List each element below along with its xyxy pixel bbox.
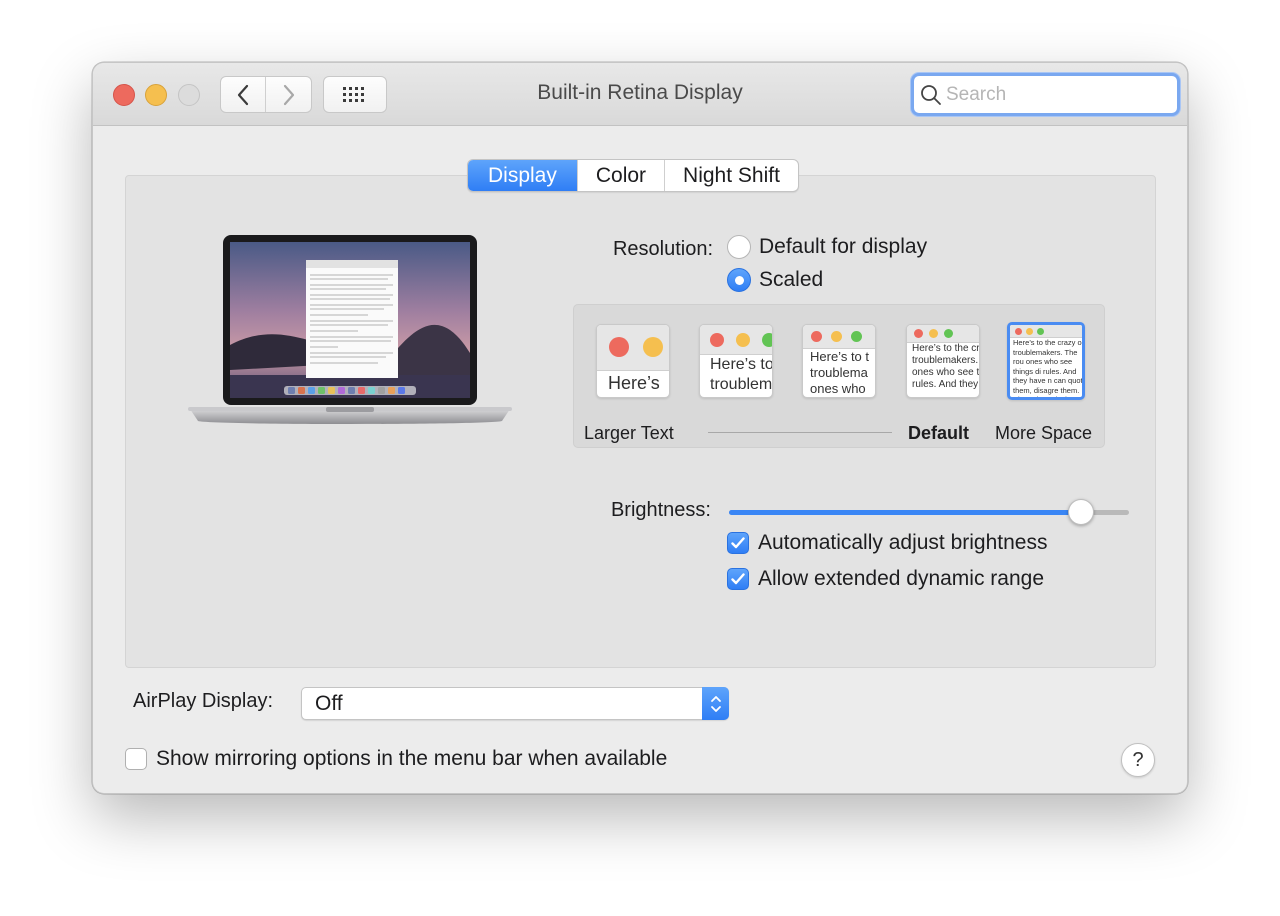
red-dot-icon bbox=[914, 329, 923, 338]
scale-option-2[interactable]: Here’s to troublem bbox=[699, 324, 773, 398]
scale-option-default[interactable]: Here’s to the cr troublemakers. ones who… bbox=[906, 324, 980, 398]
yellow-dot-icon bbox=[736, 333, 750, 347]
yellow-dot-icon bbox=[1026, 328, 1033, 335]
airplay-value: Off bbox=[315, 692, 343, 715]
scaled-radio-label: Scaled bbox=[759, 268, 824, 291]
auto-brightness-label: Automatically adjust brightness bbox=[758, 531, 1048, 554]
extended-range-option[interactable]: Allow extended dynamic range bbox=[727, 567, 1044, 591]
resolution-label: Resolution: bbox=[612, 238, 713, 260]
more-space-label: More Space bbox=[995, 423, 1093, 443]
scale-divider bbox=[708, 432, 892, 433]
tab-display[interactable]: Display bbox=[468, 160, 577, 191]
scale-option-larger-text[interactable]: Here’s bbox=[596, 324, 670, 398]
resolution-default-option[interactable]: Default for display bbox=[727, 235, 927, 259]
brightness-slider[interactable] bbox=[729, 499, 1129, 525]
search-icon bbox=[921, 84, 941, 105]
mirroring-checkbox[interactable] bbox=[125, 748, 147, 770]
scale-option-3[interactable]: Here’s to t troublema ones who bbox=[802, 324, 876, 398]
brightness-slider-knob[interactable] bbox=[1068, 499, 1094, 525]
laptop-image bbox=[188, 235, 512, 424]
search-field[interactable] bbox=[911, 73, 1180, 116]
yellow-dot-icon bbox=[929, 329, 938, 338]
default-radio-label: Default for display bbox=[759, 235, 928, 258]
scale-options-box: Here’s Here’s to troublem Here’s to t tr… bbox=[573, 304, 1105, 448]
search-input[interactable] bbox=[946, 83, 1166, 106]
tab-color[interactable]: Color bbox=[576, 160, 664, 191]
default-scale-label: Default bbox=[908, 423, 970, 443]
mirroring-option[interactable]: Show mirroring options in the menu bar w… bbox=[125, 747, 667, 771]
resolution-scaled-option[interactable]: Scaled bbox=[727, 268, 823, 292]
scale-preview-text: Here’s to troublem bbox=[710, 356, 773, 393]
yellow-dot-icon bbox=[643, 337, 663, 357]
airplay-label: AirPlay Display: bbox=[133, 690, 274, 712]
auto-brightness-option[interactable]: Automatically adjust brightness bbox=[727, 531, 1047, 555]
mirroring-label: Show mirroring options in the menu bar w… bbox=[156, 747, 668, 770]
scale-preview-text: Here’s to t troublema ones who bbox=[810, 349, 870, 396]
checkmark-icon bbox=[731, 573, 745, 585]
auto-brightness-checkbox[interactable] bbox=[727, 532, 749, 554]
extended-range-checkbox[interactable] bbox=[727, 568, 749, 590]
default-radio[interactable] bbox=[727, 235, 751, 259]
brightness-label: Brightness: bbox=[610, 499, 711, 521]
green-dot-icon bbox=[851, 331, 862, 342]
checkmark-icon bbox=[731, 537, 745, 549]
airplay-select[interactable]: Off bbox=[301, 687, 729, 720]
green-dot-icon bbox=[944, 329, 953, 338]
green-dot-icon bbox=[1037, 328, 1044, 335]
red-dot-icon bbox=[811, 331, 822, 342]
title-bar: Built-in Retina Display bbox=[93, 63, 1187, 126]
select-arrows-icon bbox=[702, 687, 729, 720]
tab-bar: Display Color Night Shift bbox=[467, 159, 799, 192]
scale-preview-text: Here’s bbox=[608, 373, 660, 393]
scaled-radio[interactable] bbox=[727, 268, 751, 292]
red-dot-icon bbox=[710, 333, 724, 347]
system-preferences-window: Built-in Retina Display Display Color Ni… bbox=[92, 62, 1188, 794]
larger-text-label: Larger Text bbox=[584, 423, 674, 443]
green-dot-icon bbox=[762, 333, 772, 347]
scale-option-more-space[interactable]: Here’s to the crazy one troublemakers. T… bbox=[1007, 322, 1085, 400]
extended-range-label: Allow extended dynamic range bbox=[758, 567, 1045, 590]
red-dot-icon bbox=[1015, 328, 1022, 335]
red-dot-icon bbox=[609, 337, 629, 357]
help-button[interactable]: ? bbox=[1121, 743, 1155, 777]
tab-night-shift[interactable]: Night Shift bbox=[664, 160, 798, 191]
scale-preview-text: Here’s to the crazy one troublemakers. T… bbox=[1013, 338, 1085, 400]
yellow-dot-icon bbox=[831, 331, 842, 342]
scale-preview-text: Here’s to the cr troublemakers. ones who… bbox=[912, 343, 980, 390]
brightness-slider-fill bbox=[729, 510, 1081, 515]
